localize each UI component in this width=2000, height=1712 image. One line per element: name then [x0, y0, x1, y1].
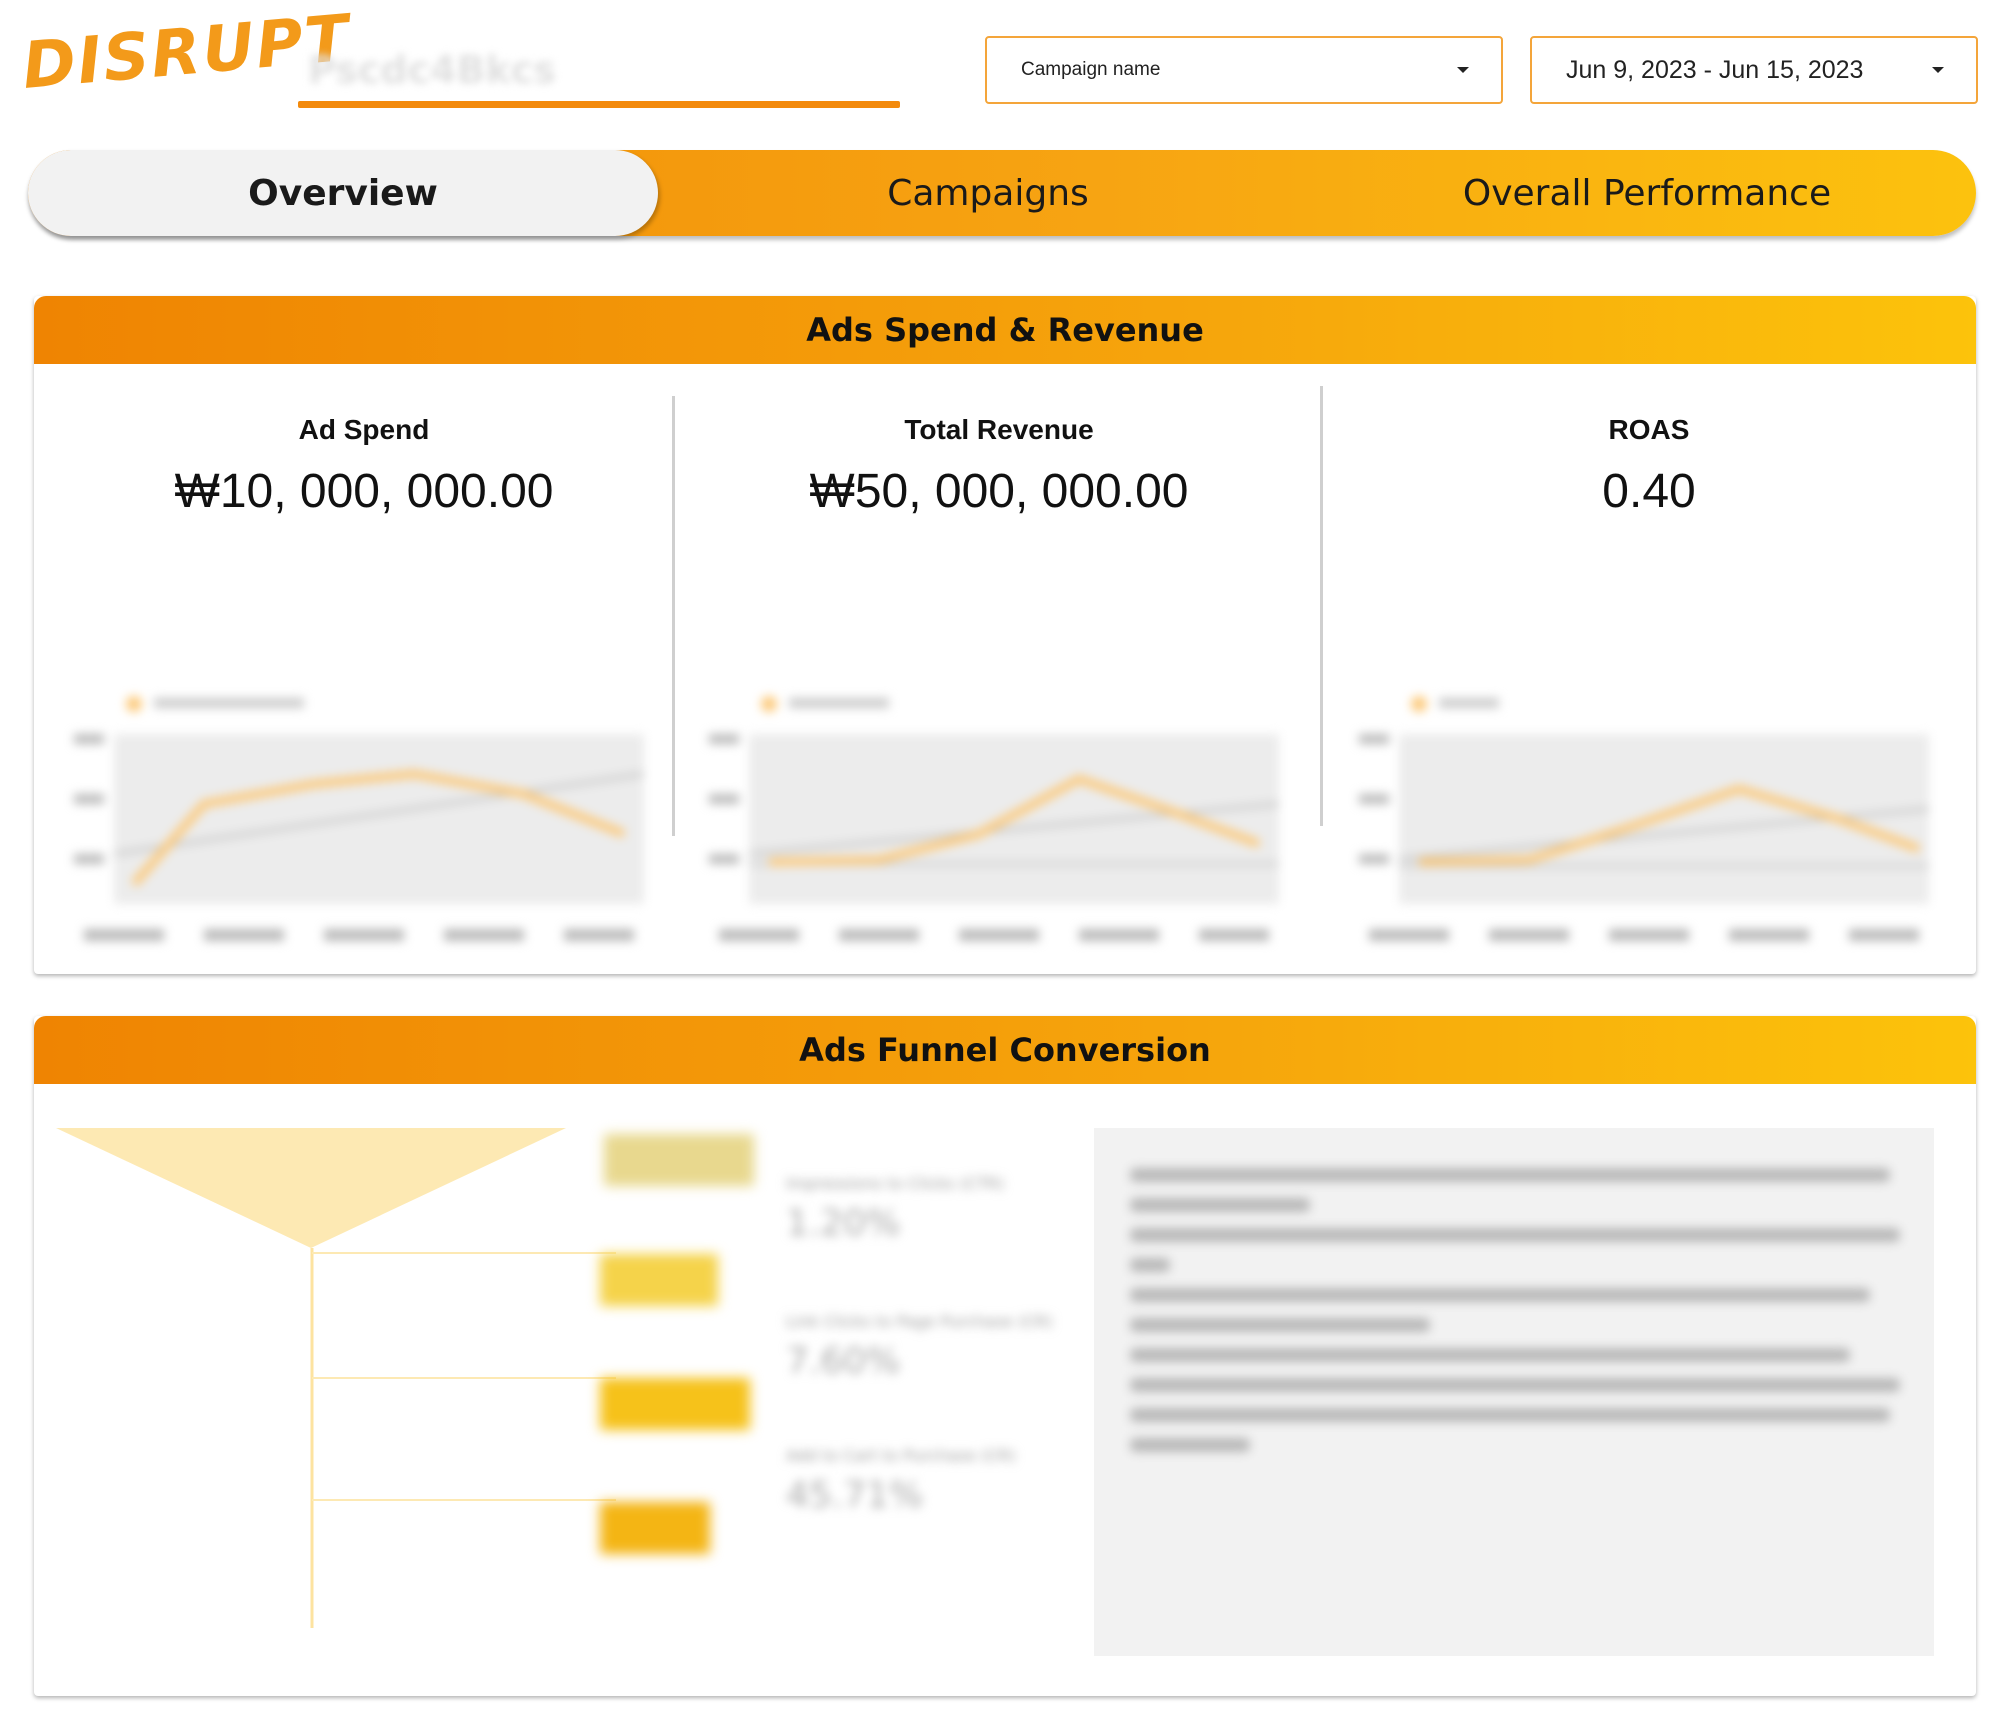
ads-funnel-conversion-panel: Ads Funnel Conversion Impressions to Cli…	[34, 1016, 1976, 1696]
panel-title: Ads Spend & Revenue	[34, 296, 1976, 364]
funnel-stage-add-to-cart	[600, 1378, 750, 1430]
stat-value: 1.20%	[786, 1203, 901, 1244]
funnel-stat-cart-purchase: Add to Cart to Purchase (CR) 45.71%	[786, 1446, 1016, 1516]
stat-label: Link Clicks to Page Purchase (CR)	[786, 1312, 1053, 1331]
kpi-title: ROAS	[1608, 414, 1690, 445]
funnel-stat-page-purchase: Link Clicks to Page Purchase (CR) 7.60%	[786, 1312, 1053, 1382]
date-range-label: Jun 9, 2023 - Jun 15, 2023	[1566, 55, 1864, 84]
date-range-dropdown[interactable]: Jun 9, 2023 - Jun 15, 2023	[1530, 36, 1978, 104]
stat-label: Impressions to Clicks (CTR)	[786, 1174, 1005, 1193]
stat-label: Add to Cart to Purchase (CR)	[786, 1446, 1016, 1465]
tab-campaigns[interactable]: Campaigns	[658, 150, 1318, 236]
caret-down-icon	[1457, 67, 1469, 73]
disrupt-logo: DISRUPT	[20, 2, 354, 116]
funnel-graphic	[56, 1128, 616, 1628]
kpi-divider	[672, 396, 675, 836]
campaign-name-dropdown[interactable]: Campaign name	[985, 36, 1503, 104]
kpi-value: ₩50, 000, 000.00	[809, 465, 1189, 518]
kpi-title: Ad Spend	[298, 414, 430, 445]
kpi-divider	[1320, 386, 1323, 826]
kpi-value: ₩10, 000, 000.00	[174, 465, 554, 518]
roas-trend-chart	[1359, 696, 1930, 941]
insight-notes-text	[1094, 1128, 1934, 1452]
kpi-ad-spend: Ad Spend ₩10, 000, 000.00	[44, 364, 684, 941]
brand-name-input[interactable]: Pscdc4Bkcs	[298, 36, 900, 108]
tab-overall-performance[interactable]: Overall Performance	[1318, 150, 1976, 236]
funnel-stage-impressions	[604, 1134, 754, 1186]
input-underline	[298, 101, 900, 108]
kpi-total-revenue: Total Revenue ₩50, 000, 000.00	[679, 364, 1319, 941]
kpi-roas: ROAS 0.40	[1329, 364, 1969, 941]
stat-value: 45.71%	[786, 1475, 924, 1516]
panel-title: Ads Funnel Conversion	[34, 1016, 1976, 1084]
funnel-stage-purchase	[600, 1502, 710, 1554]
brand-name-placeholder: Pscdc4Bkcs	[308, 48, 556, 92]
kpi-title: Total Revenue	[904, 414, 1094, 445]
tab-overview[interactable]: Overview	[28, 150, 658, 236]
funnel-stage-clicks	[600, 1254, 718, 1306]
ads-spend-revenue-panel: Ads Spend & Revenue Ad Spend ₩10, 000, 0…	[34, 296, 1976, 974]
stat-value: 7.60%	[786, 1341, 901, 1382]
kpi-value: 0.40	[1602, 465, 1696, 518]
insight-notes-box	[1094, 1128, 1934, 1656]
funnel-stat-ctr: Impressions to Clicks (CTR) 1.20%	[786, 1174, 1004, 1244]
tab-bar: Overview Campaigns Overall Performance	[28, 150, 1976, 236]
campaign-dropdown-label: Campaign name	[1021, 59, 1161, 80]
total-revenue-trend-chart	[709, 696, 1280, 941]
caret-down-icon	[1932, 67, 1944, 73]
ad-spend-trend-chart	[74, 696, 645, 941]
